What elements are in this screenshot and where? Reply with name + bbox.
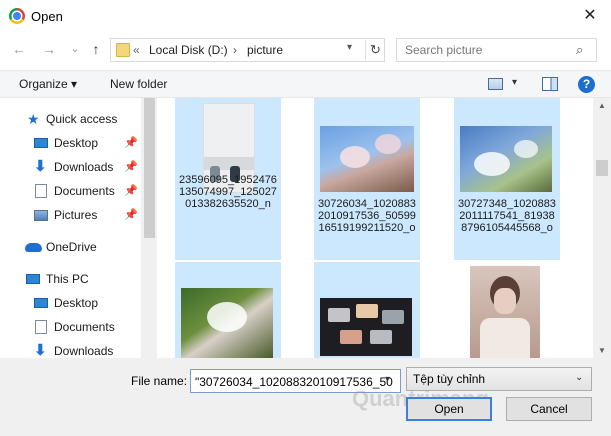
file-name-dropdown-icon[interactable]: ▾ [385, 374, 390, 385]
sidebar-item-quick-access[interactable]: ★ Quick access [0, 108, 140, 130]
sidebar-item-label: Documents [54, 184, 115, 198]
document-icon [35, 320, 47, 334]
sidebar-item-documents[interactable]: Documents 📌 [0, 180, 140, 202]
file-name: 23596095_1952476135074997_12502701338263… [179, 174, 277, 210]
scroll-down-arrow-icon[interactable]: ▼ [598, 346, 606, 355]
breadcrumb-overflow[interactable]: « [133, 43, 140, 57]
breadcrumb-separator: › [233, 43, 237, 57]
scroll-up-arrow-icon[interactable]: ▲ [598, 101, 606, 110]
sidebar-item-desktop[interactable]: Desktop 📌 [0, 132, 140, 154]
sidebar-item-label: Quick access [46, 112, 118, 126]
search-placeholder: Search picture [405, 43, 483, 57]
view-dropdown-icon[interactable]: ▾ [512, 77, 517, 88]
desktop-icon [34, 298, 48, 308]
title-bar: Open ✕ [0, 0, 611, 32]
navigation-scrollbar-thumb[interactable] [144, 98, 155, 238]
sidebar-item-label: Desktop [54, 296, 99, 310]
sidebar-item-label: This PC [46, 272, 89, 286]
command-bar: Organize ▾ New folder ▾ ? [0, 70, 611, 98]
sidebar-item-downloads[interactable]: ⬇ Downloads 📌 [0, 156, 140, 178]
search-icon[interactable]: ⌕ [576, 42, 583, 58]
new-folder-button[interactable]: New folder [110, 77, 167, 91]
breadcrumb-local-disk[interactable]: Local Disk (D:) [149, 43, 228, 57]
pin-icon: 📌 [124, 137, 138, 149]
file-item[interactable] [454, 262, 560, 358]
refresh-button[interactable]: ↻ [365, 40, 385, 60]
cloud-icon [25, 243, 42, 252]
folder-icon [116, 43, 130, 57]
window-title: Open [31, 9, 63, 24]
file-list-scrollbar-thumb[interactable] [596, 160, 608, 176]
close-button[interactable]: ✕ [575, 4, 605, 28]
file-list-scrollbar[interactable] [593, 98, 611, 358]
file-item[interactable]: 30727348_1020883201111754​1_819388796105… [454, 98, 560, 260]
file-thumbnail [460, 126, 552, 192]
sidebar-item-pc-desktop[interactable]: Desktop [0, 292, 140, 314]
cancel-button[interactable]: Cancel [506, 397, 592, 421]
download-icon: ⬇ [34, 342, 47, 359]
sidebar-item-pc-documents[interactable]: Documents [0, 316, 140, 338]
file-item[interactable] [314, 262, 420, 358]
back-button[interactable]: ← [10, 40, 28, 58]
file-name: 30727348_1020883201111754​1_819388796105… [458, 198, 556, 234]
file-list: 23596095_1952476135074997_12502701338263… [157, 98, 593, 358]
star-icon: ★ [27, 111, 40, 127]
open-button[interactable]: Open [406, 397, 492, 421]
file-name-label: File name: [131, 374, 188, 388]
organize-button[interactable]: Organize ▾ [19, 77, 77, 91]
file-type-dropdown-icon[interactable]: ⌄ [575, 372, 583, 383]
file-thumbnail [320, 298, 412, 356]
sidebar-item-label: OneDrive [46, 240, 97, 254]
file-type-value: Tệp tùy chỉnh [413, 372, 486, 386]
breadcrumb-picture[interactable]: picture [247, 43, 283, 57]
chrome-icon [9, 8, 25, 24]
help-button[interactable]: ? [578, 76, 595, 93]
file-item[interactable] [175, 262, 281, 358]
sidebar-item-label: Documents [54, 320, 115, 334]
sidebar-item-label: Downloads [54, 344, 114, 358]
file-item[interactable]: 23596095_1952476135074997_12502701338263… [175, 98, 281, 260]
address-dropdown-icon[interactable]: ▾ [347, 42, 352, 53]
download-icon: ⬇ [34, 158, 47, 175]
address-bar[interactable]: « Local Disk (D:) › picture ▾ ↻ [110, 38, 385, 62]
forward-button[interactable]: → [40, 40, 58, 58]
recent-locations-button[interactable]: ⌄ [66, 40, 84, 58]
sidebar-item-this-pc[interactable]: This PC [0, 268, 140, 290]
sidebar-item-label: Pictures [54, 208, 98, 222]
pictures-icon [34, 210, 48, 221]
navigation-pane: ★ Quick access Desktop 📌 ⬇ Downloads 📌 D… [0, 98, 157, 358]
desktop-icon [34, 138, 48, 148]
sidebar-item-label: Desktop [54, 136, 99, 150]
sidebar-item-onedrive[interactable]: OneDrive [0, 236, 140, 258]
pin-icon: 📌 [124, 185, 138, 197]
sidebar-item-label: Downloads [54, 160, 114, 174]
document-icon [35, 184, 47, 198]
preview-pane-icon[interactable] [542, 77, 558, 91]
computer-icon [26, 274, 40, 284]
file-thumbnail [181, 288, 273, 358]
sidebar-item-pictures[interactable]: Pictures 📌 [0, 204, 140, 226]
up-button[interactable]: ↑ [87, 40, 105, 58]
pin-icon: 📌 [124, 161, 138, 173]
file-name: 30726034_1020883201091753​6_505991651919… [318, 198, 416, 234]
file-thumbnail [320, 126, 414, 192]
pin-icon: 📌 [124, 209, 138, 221]
search-input[interactable]: Search picture ⌕ [396, 38, 597, 62]
file-item[interactable]: 30726034_1020883201091753​6_505991651919… [314, 98, 420, 260]
file-thumbnail [470, 266, 540, 358]
view-options-icon[interactable] [488, 78, 503, 90]
